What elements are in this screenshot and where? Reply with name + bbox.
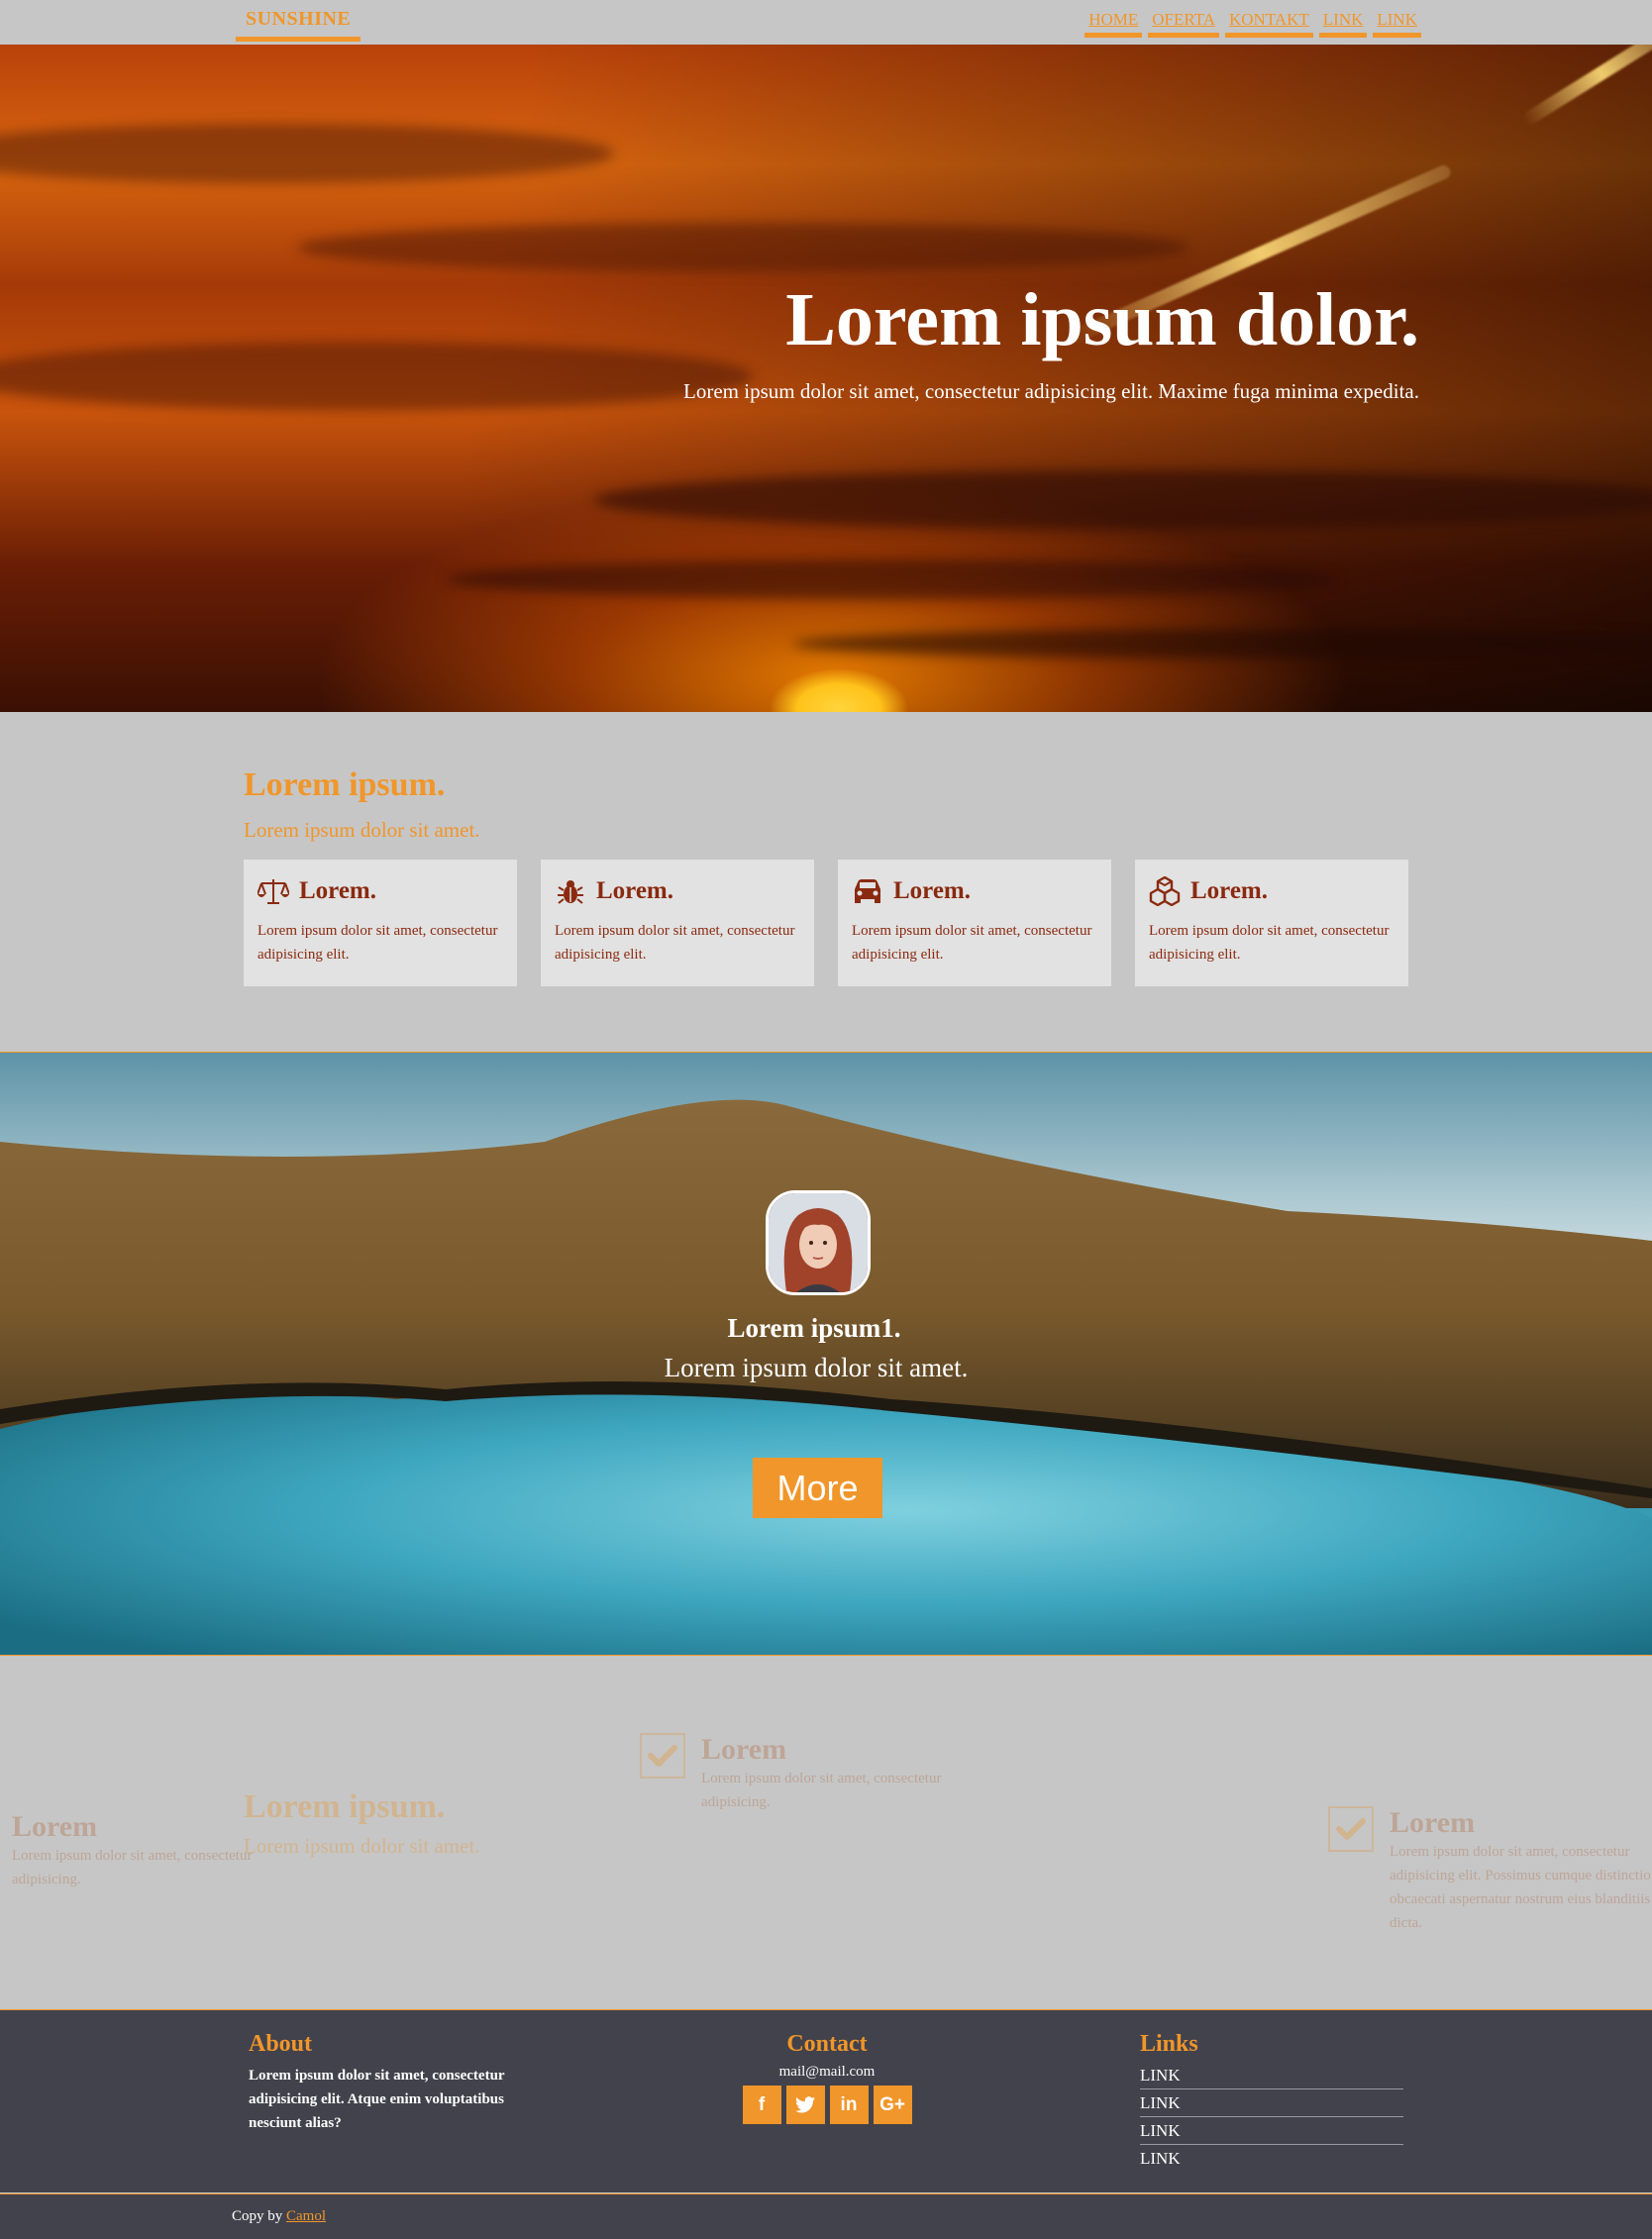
nav-menu: HOME OFERTA KONTAKT LINK LINK: [1084, 10, 1421, 38]
faded-item-title: Lorem: [12, 1810, 98, 1843]
card-text: Lorem ipsum dolor sit amet, consectetur …: [258, 923, 498, 963]
faded-item-mid: Lorem Lorem ipsum dolor sit amet, consec…: [640, 1733, 979, 1814]
testimonial-avatar: [766, 1190, 871, 1295]
card-title: Lorem.: [299, 877, 376, 904]
testimonial-text: Lorem ipsum dolor sit amet.: [664, 1353, 969, 1382]
google-plus-icon[interactable]: G+: [873, 2086, 912, 2124]
footer-about-title: About: [249, 2031, 313, 2057]
facebook-icon[interactable]: f: [742, 2086, 781, 2124]
twitter-icon[interactable]: [785, 2086, 825, 2124]
footer-link[interactable]: LINK: [1140, 2145, 1403, 2173]
contact-email[interactable]: mail@mail.com: [683, 2064, 971, 2081]
card-title: Lorem.: [1190, 877, 1268, 904]
cubes-icon: [1149, 875, 1181, 907]
copyright: Copy by Camol: [232, 2208, 326, 2225]
card-text: Lorem ipsum dolor sit amet, consectetur …: [852, 923, 1092, 963]
footer-contact: Contact mail@mail.com f in G+: [683, 2031, 971, 2124]
testimonial-name: Lorem ipsum1.: [727, 1313, 901, 1343]
brand-logo[interactable]: SUNSHINE: [236, 8, 361, 42]
hero-banner: [0, 45, 1652, 712]
feature-card: Lorem. Lorem ipsum dolor sit amet, conse…: [244, 860, 517, 986]
footer-link[interactable]: LINK: [1140, 2089, 1403, 2117]
faded-item-text: Lorem ipsum dolor sit amet, consectetur …: [701, 1771, 942, 1810]
nav-link-oferta[interactable]: OFERTA: [1148, 10, 1219, 38]
footer-links-title: Links: [1140, 2031, 1198, 2057]
faded-item-left: Lorem Lorem ipsum dolor sit amet, consec…: [12, 1810, 279, 1891]
navbar: SUNSHINE HOME OFERTA KONTAKT LINK LINK: [0, 0, 1652, 45]
feature-card: Lorem. Lorem ipsum dolor sit amet, conse…: [1135, 860, 1408, 986]
check-icon: [1328, 1806, 1374, 1852]
faded-item-text: Lorem ipsum dolor sit amet, consectetur …: [1390, 1844, 1651, 1931]
copyright-prefix: Copy by: [232, 2208, 283, 2224]
bug-icon: [555, 875, 586, 907]
copyright-author-link[interactable]: Camol: [286, 2208, 326, 2224]
nav-link-kontakt[interactable]: KONTAKT: [1224, 10, 1313, 38]
card-text: Lorem ipsum dolor sit amet, consectetur …: [1149, 923, 1390, 963]
features-heading: Lorem ipsum.: [244, 766, 446, 803]
card-title: Lorem.: [596, 877, 673, 904]
balance-scale-icon: [258, 875, 289, 907]
faded-item-title: Lorem: [701, 1733, 787, 1766]
hero-subtitle: Lorem ipsum dolor sit amet, consectetur …: [683, 379, 1419, 403]
footer-about-text: Lorem ipsum dolor sit amet, consectetur …: [249, 2068, 505, 2131]
feature-card: Lorem. Lorem ipsum dolor sit amet, conse…: [838, 860, 1111, 986]
nav-link-home[interactable]: HOME: [1084, 10, 1143, 38]
check-icon: [640, 1733, 685, 1779]
nav-link-link-2[interactable]: LINK: [1373, 10, 1421, 38]
footer-links: Links LINK LINK LINK LINK: [1140, 2031, 1403, 2173]
faded-item-title: Lorem: [1390, 1806, 1476, 1839]
footer-link[interactable]: LINK: [1140, 2062, 1403, 2089]
faded-item-right: Lorem Lorem ipsum dolor sit amet, consec…: [1328, 1806, 1652, 1935]
linkedin-icon[interactable]: in: [829, 2086, 869, 2124]
footer-contact-title: Contact: [786, 2031, 868, 2057]
more-button[interactable]: More: [753, 1458, 882, 1518]
card-title: Lorem.: [893, 877, 971, 904]
footer-about: About Lorem ipsum dolor sit amet, consec…: [249, 2031, 526, 2135]
car-icon: [852, 875, 883, 907]
footer-link[interactable]: LINK: [1140, 2117, 1403, 2145]
card-text: Lorem ipsum dolor sit amet, consectetur …: [555, 923, 795, 963]
faded-item-text: Lorem ipsum dolor sit amet, consectetur …: [12, 1848, 253, 1887]
features-subheading: Lorem ipsum dolor sit amet.: [244, 818, 480, 842]
feature-cards: Lorem. Lorem ipsum dolor sit amet, conse…: [244, 860, 1408, 986]
hero-title: Lorem ipsum dolor.: [785, 278, 1419, 361]
nav-link-link-1[interactable]: LINK: [1318, 10, 1368, 38]
social-links: f in G+: [683, 2086, 971, 2124]
feature-card: Lorem. Lorem ipsum dolor sit amet, conse…: [541, 860, 814, 986]
